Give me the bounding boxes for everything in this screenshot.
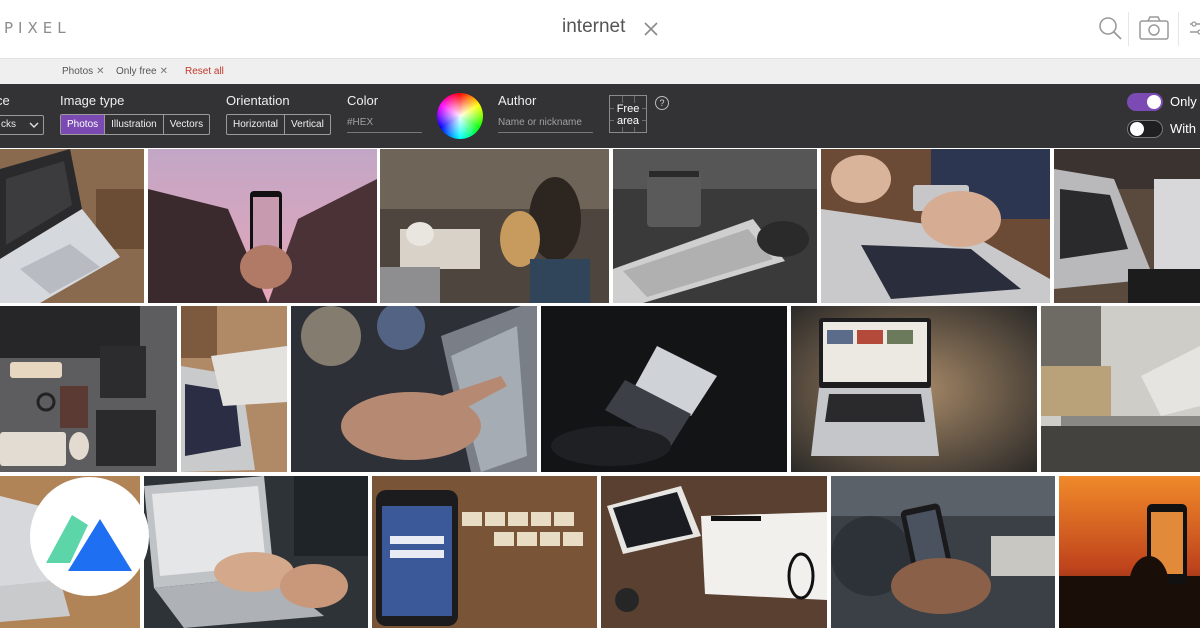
- chip-label: Only free: [116, 66, 157, 77]
- source-value: cks: [1, 119, 16, 130]
- color-wheel-icon[interactable]: [437, 93, 483, 139]
- chevron-down-icon: [29, 122, 39, 128]
- photo-result[interactable]: [0, 306, 177, 472]
- filter-chip-only-free[interactable]: Only free ✕: [116, 66, 168, 77]
- photo-result[interactable]: [372, 476, 597, 628]
- photo-result[interactable]: [291, 306, 537, 472]
- hex-color-input[interactable]: [347, 117, 422, 133]
- photo-result[interactable]: [1054, 149, 1200, 303]
- photo-result[interactable]: [1041, 306, 1200, 472]
- photo-result[interactable]: [791, 306, 1037, 472]
- photo-result[interactable]: [1059, 476, 1200, 628]
- photo-keyboard-mug: [613, 149, 817, 303]
- photo-result[interactable]: [181, 306, 287, 472]
- source-select[interactable]: cks: [0, 115, 44, 135]
- chip-label: Photos: [62, 66, 94, 77]
- site-logo[interactable]: PIXEL: [4, 19, 71, 37]
- image-type-group: Photos Illustration Vectors: [60, 114, 211, 135]
- photo-laptop-dark: [541, 306, 787, 472]
- divider: [1128, 12, 1129, 46]
- sliders-icon[interactable]: [1186, 15, 1200, 41]
- brand-badge: [30, 477, 149, 596]
- photo-result[interactable]: [144, 476, 368, 628]
- filter-chip-photos[interactable]: Photos ✕: [62, 66, 105, 77]
- remove-chip-icon[interactable]: ✕: [96, 66, 104, 77]
- orientation-horizontal[interactable]: Horizontal: [227, 115, 286, 134]
- free-area-label: Free area: [614, 103, 642, 127]
- toggle-knob: [1147, 95, 1161, 109]
- color-label: Color: [347, 93, 379, 108]
- photo-result[interactable]: [541, 306, 787, 472]
- divider: [1178, 12, 1179, 46]
- orientation-label: Orientation: [226, 93, 290, 108]
- photo-result[interactable]: [613, 149, 817, 303]
- search-query[interactable]: internet: [562, 16, 625, 38]
- photo-phone-sunset: [148, 149, 377, 303]
- photo-social-media: [372, 476, 597, 628]
- photo-laptop-desk: [0, 149, 144, 303]
- photo-tablet-touch: [291, 306, 537, 472]
- remove-chip-icon[interactable]: ✕: [160, 66, 168, 77]
- orientation-vertical[interactable]: Vertical: [285, 115, 330, 134]
- close-icon[interactable]: [642, 20, 660, 38]
- photo-result[interactable]: [601, 476, 827, 628]
- photo-phone-hands: [831, 476, 1055, 628]
- photo-macbook-table: [791, 306, 1037, 472]
- filter-panel: ce cks Image type Photos Illustration Ve…: [0, 84, 1200, 148]
- image-type-illustration[interactable]: Illustration: [105, 115, 164, 134]
- image-type-vectors[interactable]: Vectors: [164, 115, 209, 134]
- source-label: ce: [0, 93, 10, 108]
- free-area-button[interactable]: Free area: [609, 95, 647, 133]
- with-toggle[interactable]: [1127, 120, 1163, 138]
- photo-people-laptop: [1041, 306, 1200, 472]
- photo-laptops-table: [1054, 149, 1200, 303]
- reset-all-link[interactable]: Reset all: [185, 66, 224, 77]
- photo-result[interactable]: [821, 149, 1050, 303]
- with-toggle-label: With: [1170, 121, 1196, 136]
- photo-phone-sunset-city: [1059, 476, 1200, 628]
- only-toggle[interactable]: [1127, 93, 1163, 111]
- active-filters-bar: Photos ✕ Only free ✕ Reset all: [0, 58, 1200, 84]
- photo-phone-laptop: [821, 149, 1050, 303]
- top-bar: PIXEL internet: [0, 0, 1200, 58]
- photo-result[interactable]: [380, 149, 609, 303]
- only-toggle-label: Only: [1170, 94, 1197, 109]
- photo-tablet-glasses: [601, 476, 827, 628]
- photo-result[interactable]: [148, 149, 377, 303]
- photo-laptop-wood: [181, 306, 287, 472]
- photo-people-working: [380, 149, 609, 303]
- toggle-knob: [1130, 122, 1144, 136]
- photo-typing-laptop: [144, 476, 368, 628]
- brand-logo-icon: [46, 515, 132, 571]
- help-icon[interactable]: ?: [655, 96, 669, 110]
- orientation-group: Horizontal Vertical: [226, 114, 331, 135]
- photo-desk-flatlay: [0, 306, 177, 472]
- author-input[interactable]: [498, 117, 593, 133]
- author-label: Author: [498, 93, 537, 108]
- image-type-label: Image type: [60, 93, 125, 108]
- camera-icon[interactable]: [1138, 15, 1170, 41]
- search-icon[interactable]: [1097, 15, 1123, 41]
- photo-result[interactable]: [0, 149, 144, 303]
- photo-result[interactable]: [831, 476, 1055, 628]
- image-type-photos[interactable]: Photos: [61, 115, 106, 134]
